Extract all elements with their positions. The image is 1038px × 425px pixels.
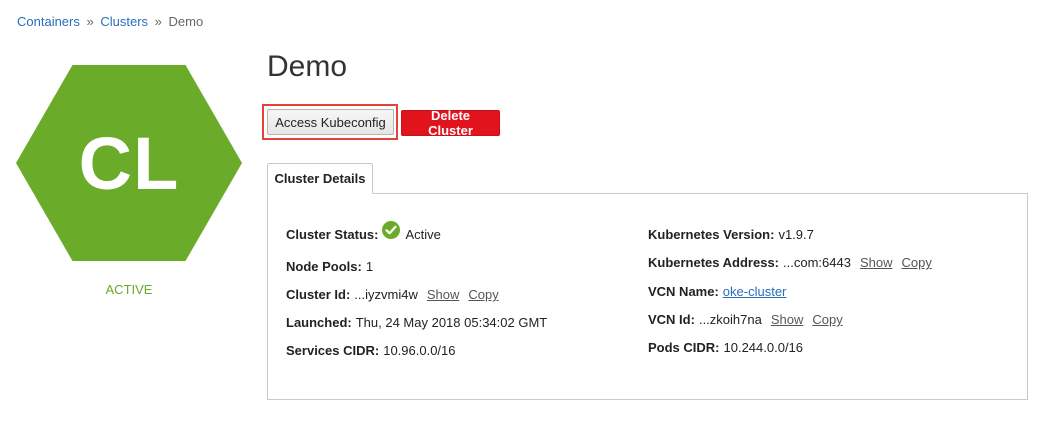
breadcrumb-current: Demo (168, 14, 204, 29)
cluster-hexagon-icon: CL (16, 65, 242, 261)
node-pools-value: 1 (365, 259, 374, 274)
breadcrumb: Containers » Clusters » Demo (17, 14, 203, 29)
pods-cidr-value: 10.244.0.0/16 (723, 340, 804, 355)
vcn-id-value: ...zkoih7na (698, 312, 762, 327)
tab-cluster-details[interactable]: Cluster Details (267, 163, 373, 194)
kubernetes-address-show-link[interactable]: Show (860, 255, 893, 270)
breadcrumb-clusters-link[interactable]: Clusters (100, 14, 148, 29)
services-cidr-value: 10.96.0.0/16 (383, 343, 456, 358)
kubernetes-version-value: v1.9.7 (778, 227, 814, 242)
cluster-id-value: ...iyzvmi4w (354, 287, 418, 302)
cluster-status-label: Cluster Status: (286, 226, 379, 242)
breadcrumb-separator: » (154, 14, 162, 29)
kubernetes-address-copy-link[interactable]: Copy (901, 255, 931, 270)
cluster-id-field: Cluster Id: ...iyzvmi4w Show Copy (286, 287, 499, 302)
cluster-id-label: Cluster Id: (286, 287, 351, 302)
breadcrumb-containers-link[interactable]: Containers (17, 14, 80, 29)
vcn-id-copy-link[interactable]: Copy (812, 312, 842, 327)
kubernetes-address-field: Kubernetes Address: ...com:6443 Show Cop… (648, 255, 932, 270)
pods-cidr-field: Pods CIDR: 10.244.0.0/16 (648, 340, 803, 355)
vcn-id-show-link[interactable]: Show (771, 312, 804, 327)
node-pools-label: Node Pools: (286, 259, 362, 274)
cluster-state-label: ACTIVE (105, 282, 153, 297)
page-title: Demo (267, 50, 348, 83)
vcn-id-field: VCN Id: ...zkoih7na Show Copy (648, 312, 843, 327)
node-pools-field: Node Pools: 1 (286, 259, 373, 274)
vcn-name-label: VCN Name: (648, 284, 719, 299)
kubernetes-version-field: Kubernetes Version: v1.9.7 (648, 227, 814, 242)
vcn-id-label: VCN Id: (648, 312, 695, 327)
access-kubeconfig-button[interactable]: Access Kubeconfig (267, 109, 394, 135)
cluster-status-value: Active (405, 226, 441, 242)
services-cidr-label: Services CIDR: (286, 343, 380, 358)
launched-value: Thu, 24 May 2018 05:34:02 GMT (355, 315, 548, 330)
launched-label: Launched: (286, 315, 352, 330)
hexagon-initials: CL (78, 121, 180, 205)
check-circle-icon (382, 221, 401, 239)
vcn-name-field: VCN Name: oke-cluster (648, 284, 786, 299)
cluster-status-field: Cluster Status: Active (286, 221, 441, 243)
cluster-id-show-link[interactable]: Show (427, 287, 460, 302)
pods-cidr-label: Pods CIDR: (648, 340, 720, 355)
launched-field: Launched: Thu, 24 May 2018 05:34:02 GMT (286, 315, 547, 330)
kubernetes-address-label: Kubernetes Address: (648, 255, 779, 270)
services-cidr-field: Services CIDR: 10.96.0.0/16 (286, 343, 456, 358)
kubernetes-address-value: ...com:6443 (783, 255, 851, 270)
kubernetes-version-label: Kubernetes Version: (648, 227, 775, 242)
vcn-name-link[interactable]: oke-cluster (723, 284, 787, 299)
breadcrumb-separator: » (86, 14, 94, 29)
delete-cluster-button[interactable]: Delete Cluster (401, 108, 500, 138)
cluster-id-copy-link[interactable]: Copy (468, 287, 498, 302)
